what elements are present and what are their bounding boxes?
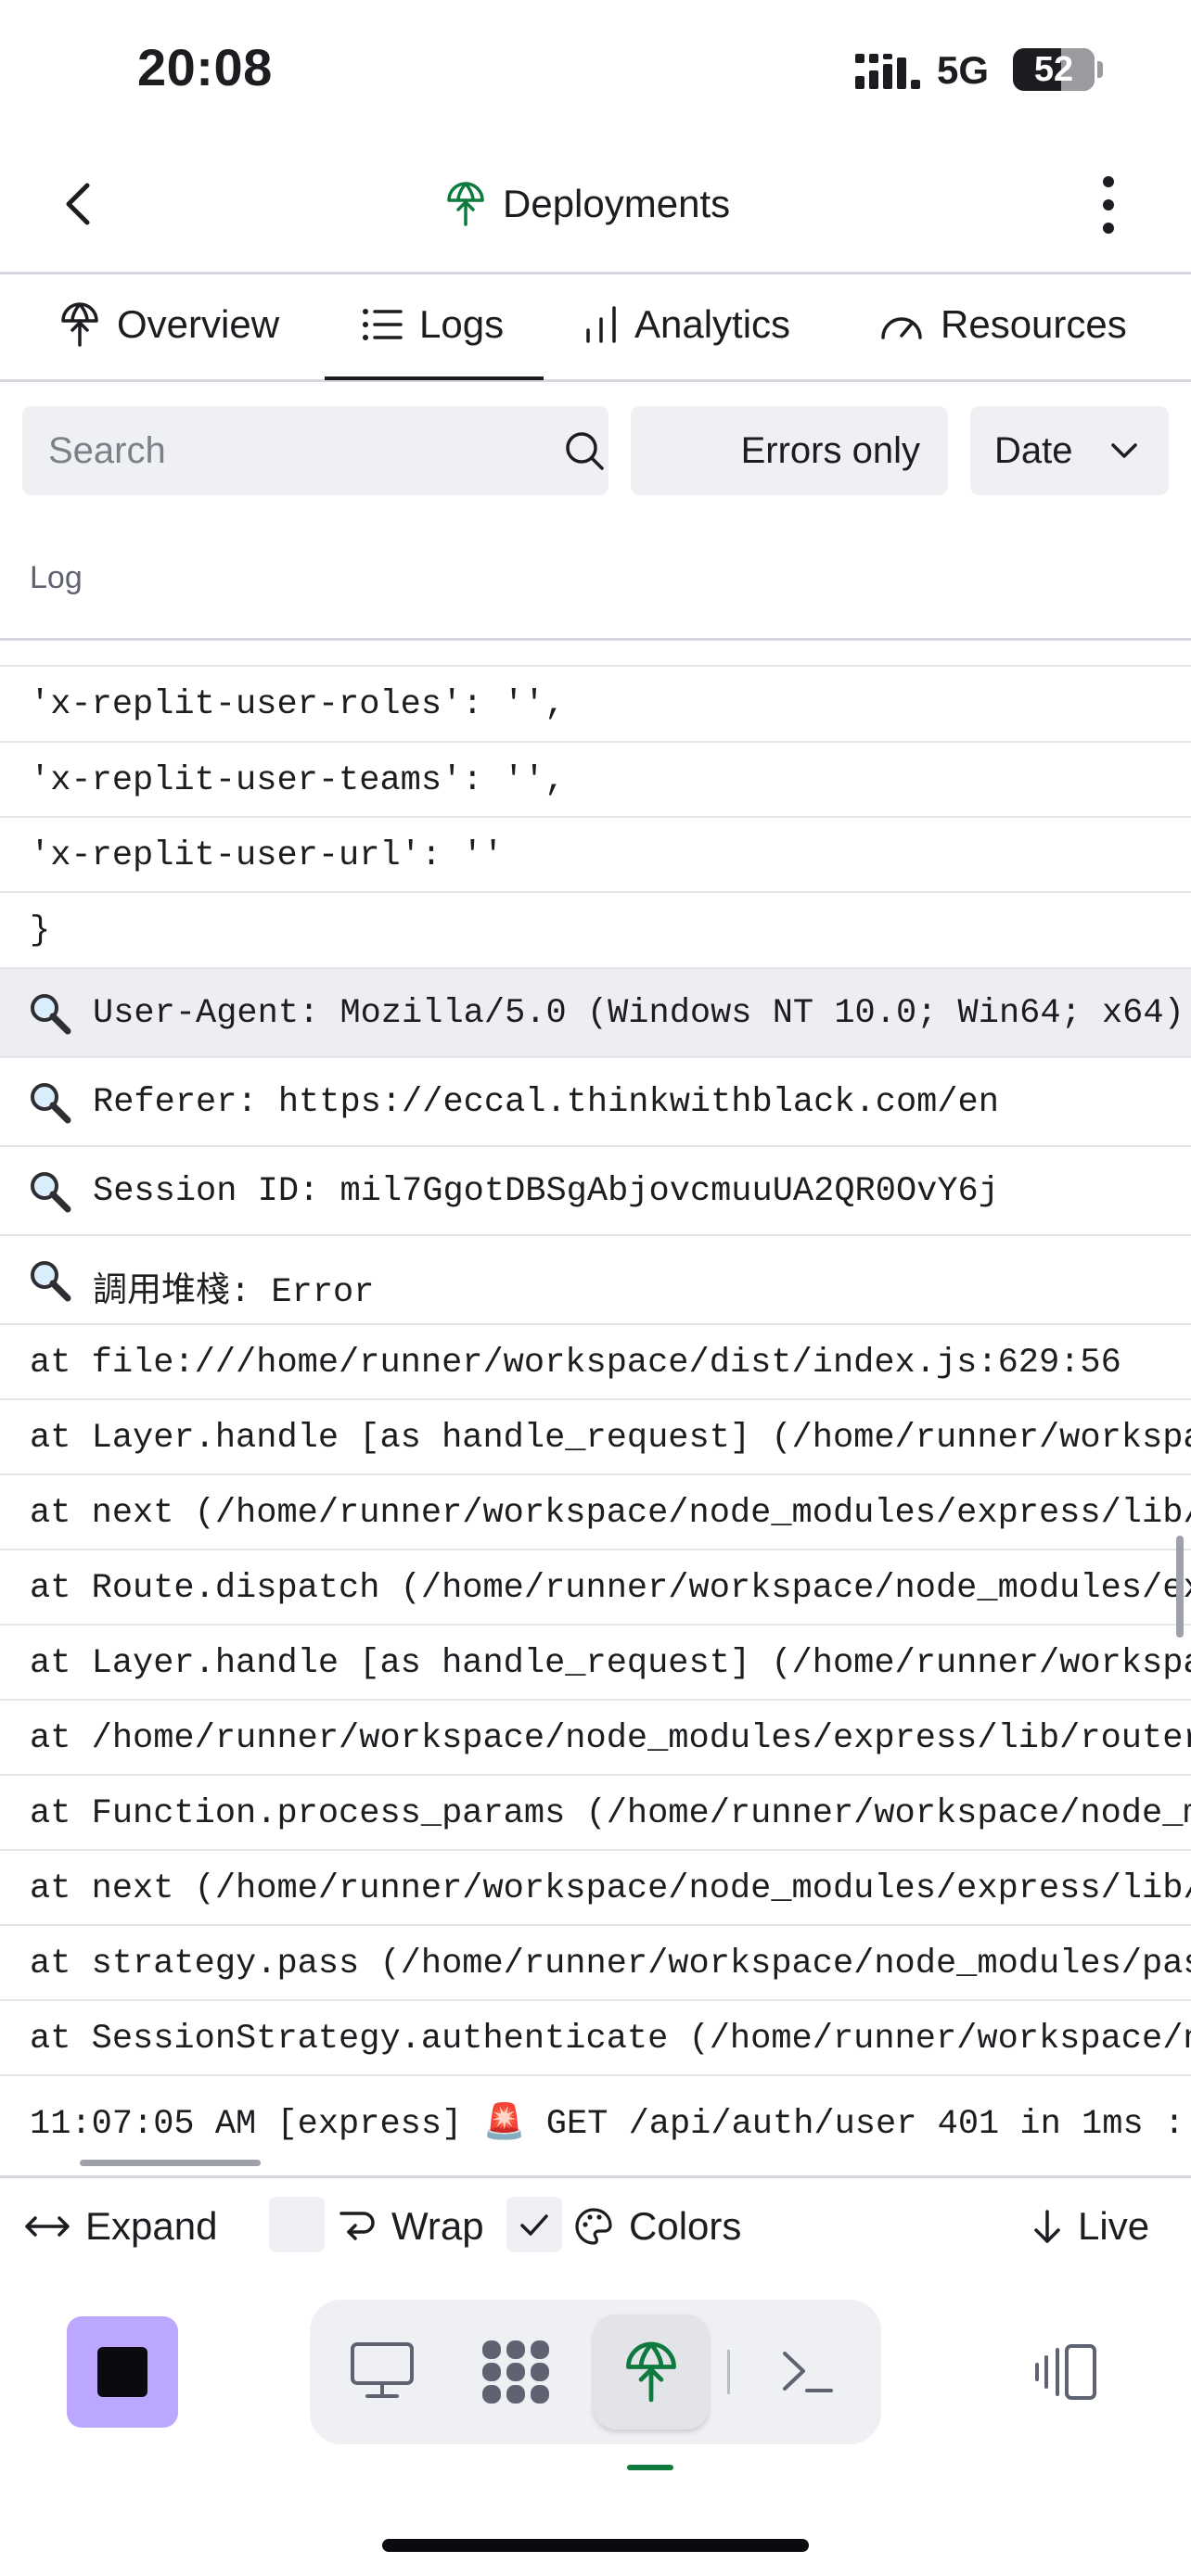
log-row: at Layer.handle [as handle_request] (/ho… — [0, 1626, 1191, 1701]
errors-only-toggle[interactable]: Errors only — [631, 406, 948, 495]
log-row-partial — [0, 641, 1191, 667]
split-view-icon[interactable] — [1033, 2342, 1100, 2402]
log-toolbar: Expand Wrap Colors Live — [0, 2175, 1191, 2268]
log-list[interactable]: 'x-replit-user-roles': '', 'x-replit-use… — [0, 641, 1191, 2171]
status-time: 20:08 — [137, 38, 273, 96]
bar-chart-icon — [586, 306, 616, 343]
tab-logs-label: Logs — [419, 302, 505, 346]
deploy-icon — [626, 2341, 676, 2403]
tab-analytics[interactable]: Analytics — [584, 297, 790, 352]
arrow-down-icon — [1034, 2210, 1060, 2243]
battery-icon: 52 — [1013, 48, 1095, 91]
chevron-down-icon — [1111, 443, 1137, 458]
deploy-icon — [61, 302, 98, 347]
live-button[interactable]: Live — [1031, 2199, 1149, 2254]
log-row: at Layer.handle [as handle_request] (/ho… — [0, 1400, 1191, 1475]
app-header: Deployments — [0, 139, 1191, 274]
colors-checkbox[interactable] — [506, 2197, 562, 2252]
date-dropdown-label: Date — [994, 430, 1073, 471]
wrap-checkbox[interactable] — [269, 2197, 325, 2252]
log-row: at next (/home/runner/workspace/node_mod… — [0, 1851, 1191, 1926]
checkmark-icon — [520, 2214, 548, 2236]
colors-label: Colors — [629, 2204, 742, 2248]
more-menu-button[interactable] — [1095, 172, 1122, 237]
network-type: 5G — [937, 48, 990, 92]
log-row-info: User-Agent: Mozilla/5.0 (Windows NT 10.0… — [0, 969, 1191, 1058]
tab-overview[interactable]: Overview — [59, 297, 279, 352]
log-row: at strategy.pass (/home/runner/workspace… — [0, 1926, 1191, 2001]
page-title-group: Deployments — [445, 176, 730, 232]
divider — [727, 2350, 730, 2394]
log-row: } — [0, 893, 1191, 969]
expand-button[interactable]: Expand — [24, 2199, 217, 2254]
desktop-icon[interactable] — [349, 2340, 416, 2402]
nav-deployments-active[interactable] — [594, 2315, 709, 2429]
log-row: at Route.dispatch (/home/runner/workspac… — [0, 1550, 1191, 1626]
page-title: Deployments — [503, 182, 731, 225]
stop-icon — [97, 2347, 147, 2397]
wrap-toggle[interactable]: Wrap — [338, 2199, 484, 2254]
horizontal-scrollbar[interactable] — [80, 2160, 261, 2166]
search-box — [22, 406, 608, 495]
active-nav-indicator — [627, 2465, 673, 2470]
colors-toggle[interactable]: Colors — [573, 2199, 741, 2254]
magnifier-icon — [31, 1172, 71, 1213]
home-indicator[interactable] — [382, 2539, 809, 2552]
expand-arrows-icon — [25, 2216, 70, 2237]
log-row: at file:///home/runner/workspace/dist/in… — [0, 1325, 1191, 1400]
date-dropdown[interactable]: Date — [970, 406, 1169, 495]
tab-analytics-label: Analytics — [634, 302, 791, 346]
tab-bar: Overview Logs Analytics Resources — [0, 274, 1191, 382]
magnifier-icon — [31, 1261, 71, 1302]
magnifier-icon — [31, 1083, 71, 1124]
battery-nub — [1097, 61, 1103, 78]
back-button[interactable] — [56, 176, 102, 232]
tab-logs[interactable]: Logs — [362, 297, 504, 352]
log-row: 'x-replit-user-teams': '', — [0, 743, 1191, 818]
tab-overview-label: Overview — [117, 302, 280, 346]
search-icon[interactable] — [564, 430, 605, 471]
log-row: at /home/runner/workspace/node_modules/e… — [0, 1701, 1191, 1776]
list-icon — [363, 309, 403, 340]
tab-resources-label: Resources — [941, 302, 1127, 346]
log-column-header: Log — [30, 560, 83, 595]
live-label: Live — [1078, 2204, 1150, 2248]
status-bar: 20:08 5G 52 — [0, 0, 1191, 139]
signal-icon — [855, 54, 920, 89]
log-row: 'x-replit-user-roles': '', — [0, 667, 1191, 743]
log-row: 'x-replit-user-url': '' — [0, 818, 1191, 893]
palette-icon — [575, 2208, 612, 2245]
apps-grid-icon[interactable] — [479, 2337, 553, 2407]
gauge-icon — [881, 317, 922, 339]
battery-percent: 52 — [1033, 50, 1074, 89]
expand-label: Expand — [85, 2204, 218, 2248]
log-row: at next (/home/runner/workspace/node_mod… — [0, 1475, 1191, 1550]
deploy-icon — [447, 182, 484, 226]
terminal-icon[interactable] — [779, 2346, 835, 2396]
log-row-info: Session ID: mil7GgotDBSgAbjovcmuuUA2QR0O… — [0, 1147, 1191, 1236]
log-row-info: Referer: https://eccal.thinkwithblack.co… — [0, 1058, 1191, 1147]
log-row: at SessionStrategy.authenticate (/home/r… — [0, 2001, 1191, 2076]
tab-resources[interactable]: Resources — [879, 297, 1127, 352]
stop-button[interactable] — [67, 2316, 178, 2428]
vertical-scrollbar[interactable] — [1176, 1536, 1184, 1638]
wrap-label: Wrap — [391, 2204, 484, 2248]
magnifier-icon — [31, 994, 71, 1035]
log-row-error: 11:07:05 AM [express] 🚨 GET /api/auth/us… — [30, 2105, 1191, 2144]
log-row-info: 調用堆棧: Error — [0, 1236, 1191, 1325]
active-tab-indicator — [325, 376, 544, 380]
log-row: at Function.process_params (/home/runner… — [0, 1776, 1191, 1851]
search-input[interactable] — [48, 406, 531, 495]
wrap-icon — [339, 2212, 375, 2240]
